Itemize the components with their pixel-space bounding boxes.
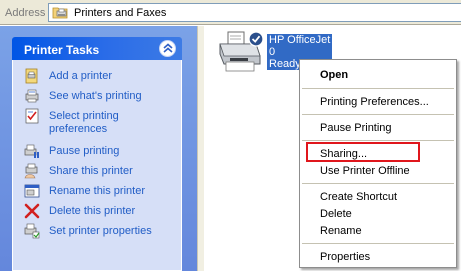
menu-item-label: Use Printer Offline xyxy=(320,165,410,177)
printer-tasks-title: Printer Tasks xyxy=(24,43,100,57)
printer-queue-icon xyxy=(24,88,40,104)
task-label: Select printing preferences xyxy=(49,110,119,135)
printers-folder-icon xyxy=(52,5,69,20)
task-label: Add a printer xyxy=(49,70,112,82)
double-chevron-up-icon[interactable] xyxy=(159,40,176,57)
task-pane: Printer Tasks Add a printer See what's p… xyxy=(0,26,204,271)
menu-item-label: Rename xyxy=(320,225,362,237)
rename-icon xyxy=(24,183,40,199)
task-share-printer[interactable]: Share this printer xyxy=(13,162,183,182)
menu-item-delete[interactable]: Delete xyxy=(300,205,456,222)
printer-name: HP OfficeJet xyxy=(269,34,331,46)
task-label: Share this printer xyxy=(49,165,133,177)
menu-separator xyxy=(302,88,454,89)
menu-item-rename[interactable]: Rename xyxy=(300,222,456,239)
task-pause-printing[interactable]: Pause printing xyxy=(13,142,183,162)
task-label: Delete this printer xyxy=(49,205,136,217)
address-value: Printers and Faxes xyxy=(74,7,167,19)
task-select-printing-preferences[interactable]: Select printing preferences xyxy=(13,107,183,139)
printer-document-count: 0 xyxy=(269,46,276,58)
sharing-highlight-box xyxy=(306,142,420,162)
pane-divider-scrollbar[interactable] xyxy=(197,26,204,271)
share-printer-icon xyxy=(24,163,40,179)
task-label: Pause printing xyxy=(49,145,120,157)
menu-item-printing-preferences[interactable]: Printing Preferences... xyxy=(300,93,456,110)
menu-item-create-shortcut[interactable]: Create Shortcut xyxy=(300,188,456,205)
menu-item-label: Pause Printing xyxy=(320,122,392,134)
menu-item-open[interactable]: Open xyxy=(300,66,456,83)
task-label: See what's printing xyxy=(49,90,142,102)
menu-item-use-printer-offline[interactable]: Use Printer Offline xyxy=(300,162,456,179)
address-label: Address xyxy=(5,7,46,19)
task-label: Set printer properties xyxy=(49,225,152,237)
task-see-whats-printing[interactable]: See what's printing xyxy=(13,87,183,107)
task-add-printer[interactable]: Add a printer xyxy=(13,67,183,87)
task-set-printer-properties[interactable]: Set printer properties xyxy=(13,222,183,242)
context-menu: Open Printing Preferences... Pause Print… xyxy=(299,59,457,268)
task-delete-printer[interactable]: Delete this printer xyxy=(13,202,183,222)
menu-item-label: Printing Preferences... xyxy=(320,96,429,108)
menu-item-label: Properties xyxy=(320,251,371,263)
menu-separator xyxy=(302,114,454,115)
properties-icon xyxy=(24,223,40,239)
add-printer-icon xyxy=(24,68,40,84)
pause-printer-icon xyxy=(24,143,40,159)
preferences-icon xyxy=(24,108,40,124)
default-printer-icon xyxy=(218,30,264,76)
menu-item-properties[interactable]: Properties xyxy=(300,248,456,265)
address-bar: Address Printers and Faxes xyxy=(0,0,461,25)
printer-tasks-box: Printer Tasks Add a printer See what's p… xyxy=(12,37,182,271)
printer-tasks-list: Add a printer See what's printing Select… xyxy=(12,60,182,271)
address-field[interactable]: Printers and Faxes xyxy=(48,3,461,22)
menu-item-label: Open xyxy=(320,69,349,81)
menu-item-label: Delete xyxy=(320,208,352,220)
menu-separator xyxy=(302,243,454,244)
menu-separator xyxy=(302,183,454,184)
menu-item-pause-printing[interactable]: Pause Printing xyxy=(300,119,456,136)
printer-tasks-header[interactable]: Printer Tasks xyxy=(12,37,182,60)
task-label: Rename this printer xyxy=(49,185,145,197)
menu-item-label: Create Shortcut xyxy=(320,191,398,203)
menu-separator xyxy=(302,140,454,141)
task-rename-printer[interactable]: Rename this printer xyxy=(13,182,183,202)
delete-x-icon xyxy=(24,203,40,219)
